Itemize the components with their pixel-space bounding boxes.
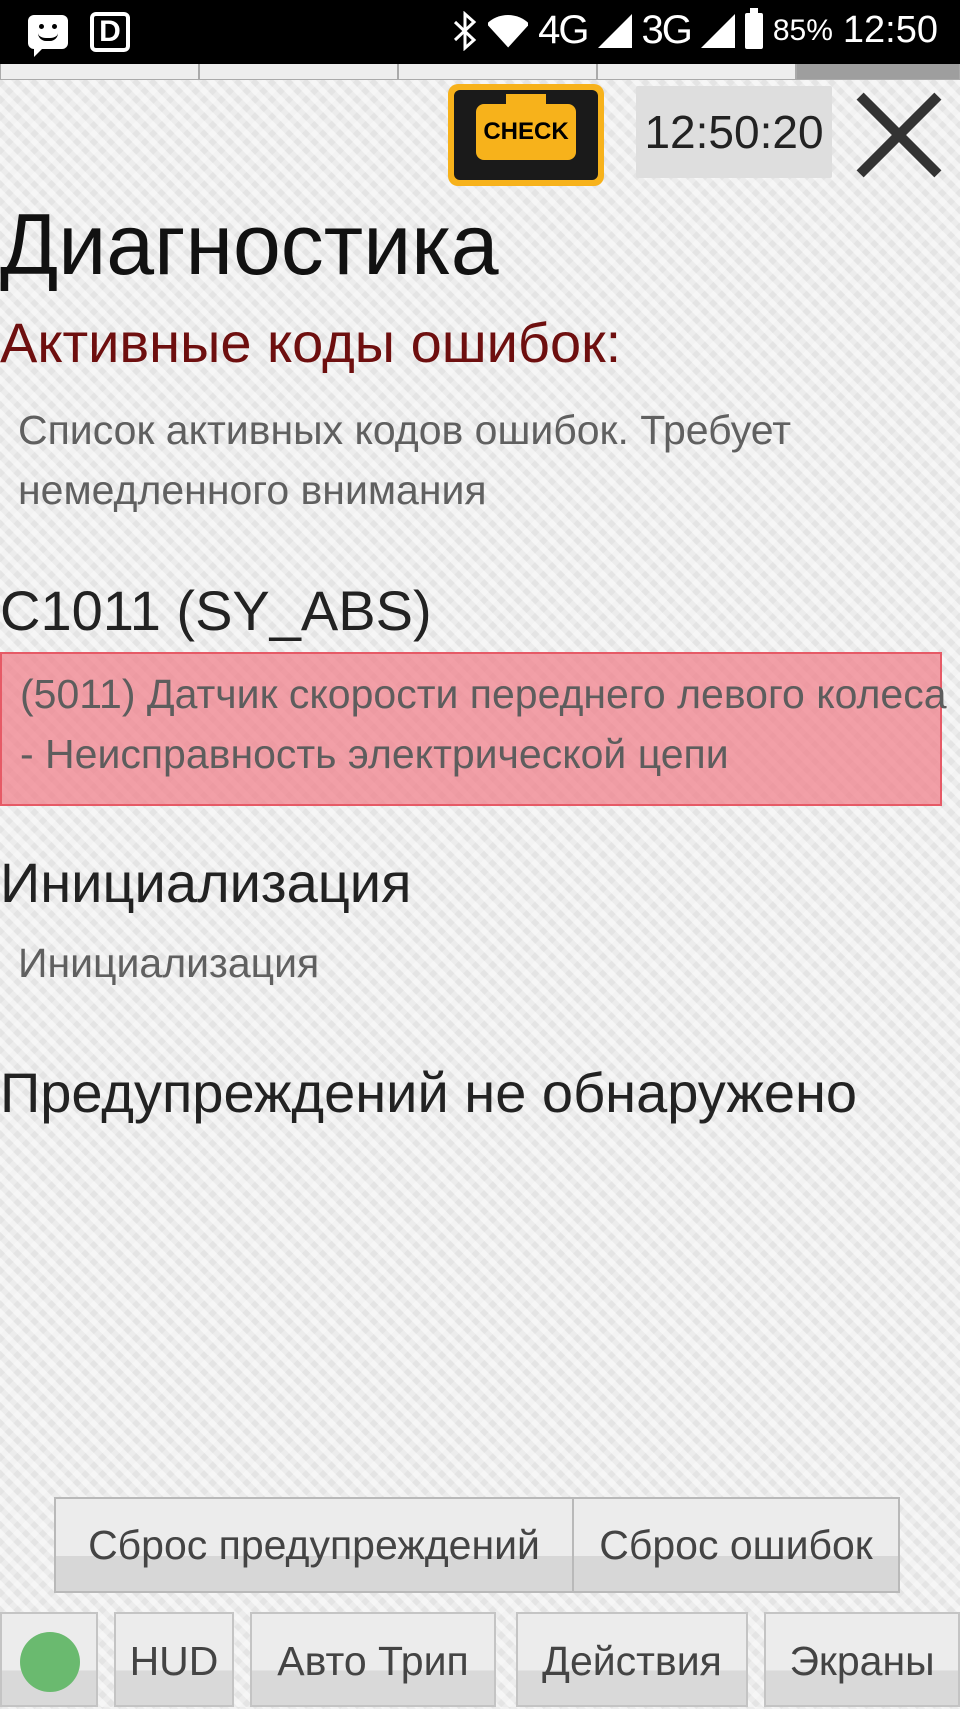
status-dot-icon	[20, 1632, 80, 1692]
network-3g-label: 3G	[641, 8, 693, 52]
warnings-status: Предупреждений не обнаружено	[0, 1061, 858, 1124]
page-indicator-segment[interactable]	[199, 64, 398, 80]
page-indicator-segment[interactable]	[597, 64, 796, 80]
page-indicator	[0, 64, 960, 82]
check-engine-icon: CHECK	[454, 90, 598, 180]
network-4g-label: 4G	[538, 8, 589, 52]
status-bar: D 4G 3G 85% 12:50	[0, 0, 960, 64]
reset-button-group: Сброс предупреждений Сброс ошибок	[54, 1497, 900, 1593]
check-engine-label: CHECK	[476, 94, 576, 160]
check-engine-button[interactable]: CHECK	[448, 84, 604, 186]
status-time: 12:50	[842, 9, 938, 51]
page-indicator-segment[interactable]	[398, 64, 597, 80]
message-icon	[28, 15, 68, 57]
init-title: Инициализация	[0, 851, 412, 914]
error-item[interactable]: (5011) Датчик скорости переднего левого …	[0, 652, 947, 806]
reset-errors-button[interactable]: Сброс ошибок	[574, 1499, 898, 1591]
status-dot-button[interactable]	[0, 1612, 98, 1707]
d-app-icon: D	[90, 12, 130, 52]
actions-button[interactable]: Действия	[516, 1612, 748, 1707]
bottom-nav: HUD Авто Трип Действия Экраны	[0, 1612, 960, 1707]
page-indicator-segment-active[interactable]	[796, 64, 960, 80]
bluetooth-icon	[454, 10, 477, 51]
signal-icon	[597, 13, 632, 48]
signal-icon	[700, 13, 735, 48]
screens-button[interactable]: Экраны	[764, 1612, 960, 1707]
init-subtitle: Инициализация	[18, 940, 320, 986]
error-code-title: C1011 (SY_ABS)	[0, 579, 432, 642]
battery-icon	[744, 7, 763, 49]
hud-button[interactable]: HUD	[114, 1612, 234, 1707]
active-codes-title: Активные коды ошибок:	[0, 311, 622, 374]
error-description: (5011) Датчик скорости переднего левого …	[20, 671, 947, 777]
battery-percent: 85%	[772, 13, 833, 47]
page-title: Диагностика	[0, 197, 499, 293]
clock-display: 12:50:20	[636, 86, 832, 178]
active-codes-description: Список активных кодов ошибок. Требует не…	[18, 407, 791, 513]
auto-trip-button[interactable]: Авто Трип	[250, 1612, 496, 1707]
close-icon[interactable]	[848, 86, 944, 182]
wifi-icon	[488, 11, 528, 51]
reset-warnings-button[interactable]: Сброс предупреждений	[56, 1499, 574, 1591]
page-indicator-segment[interactable]	[0, 64, 199, 80]
